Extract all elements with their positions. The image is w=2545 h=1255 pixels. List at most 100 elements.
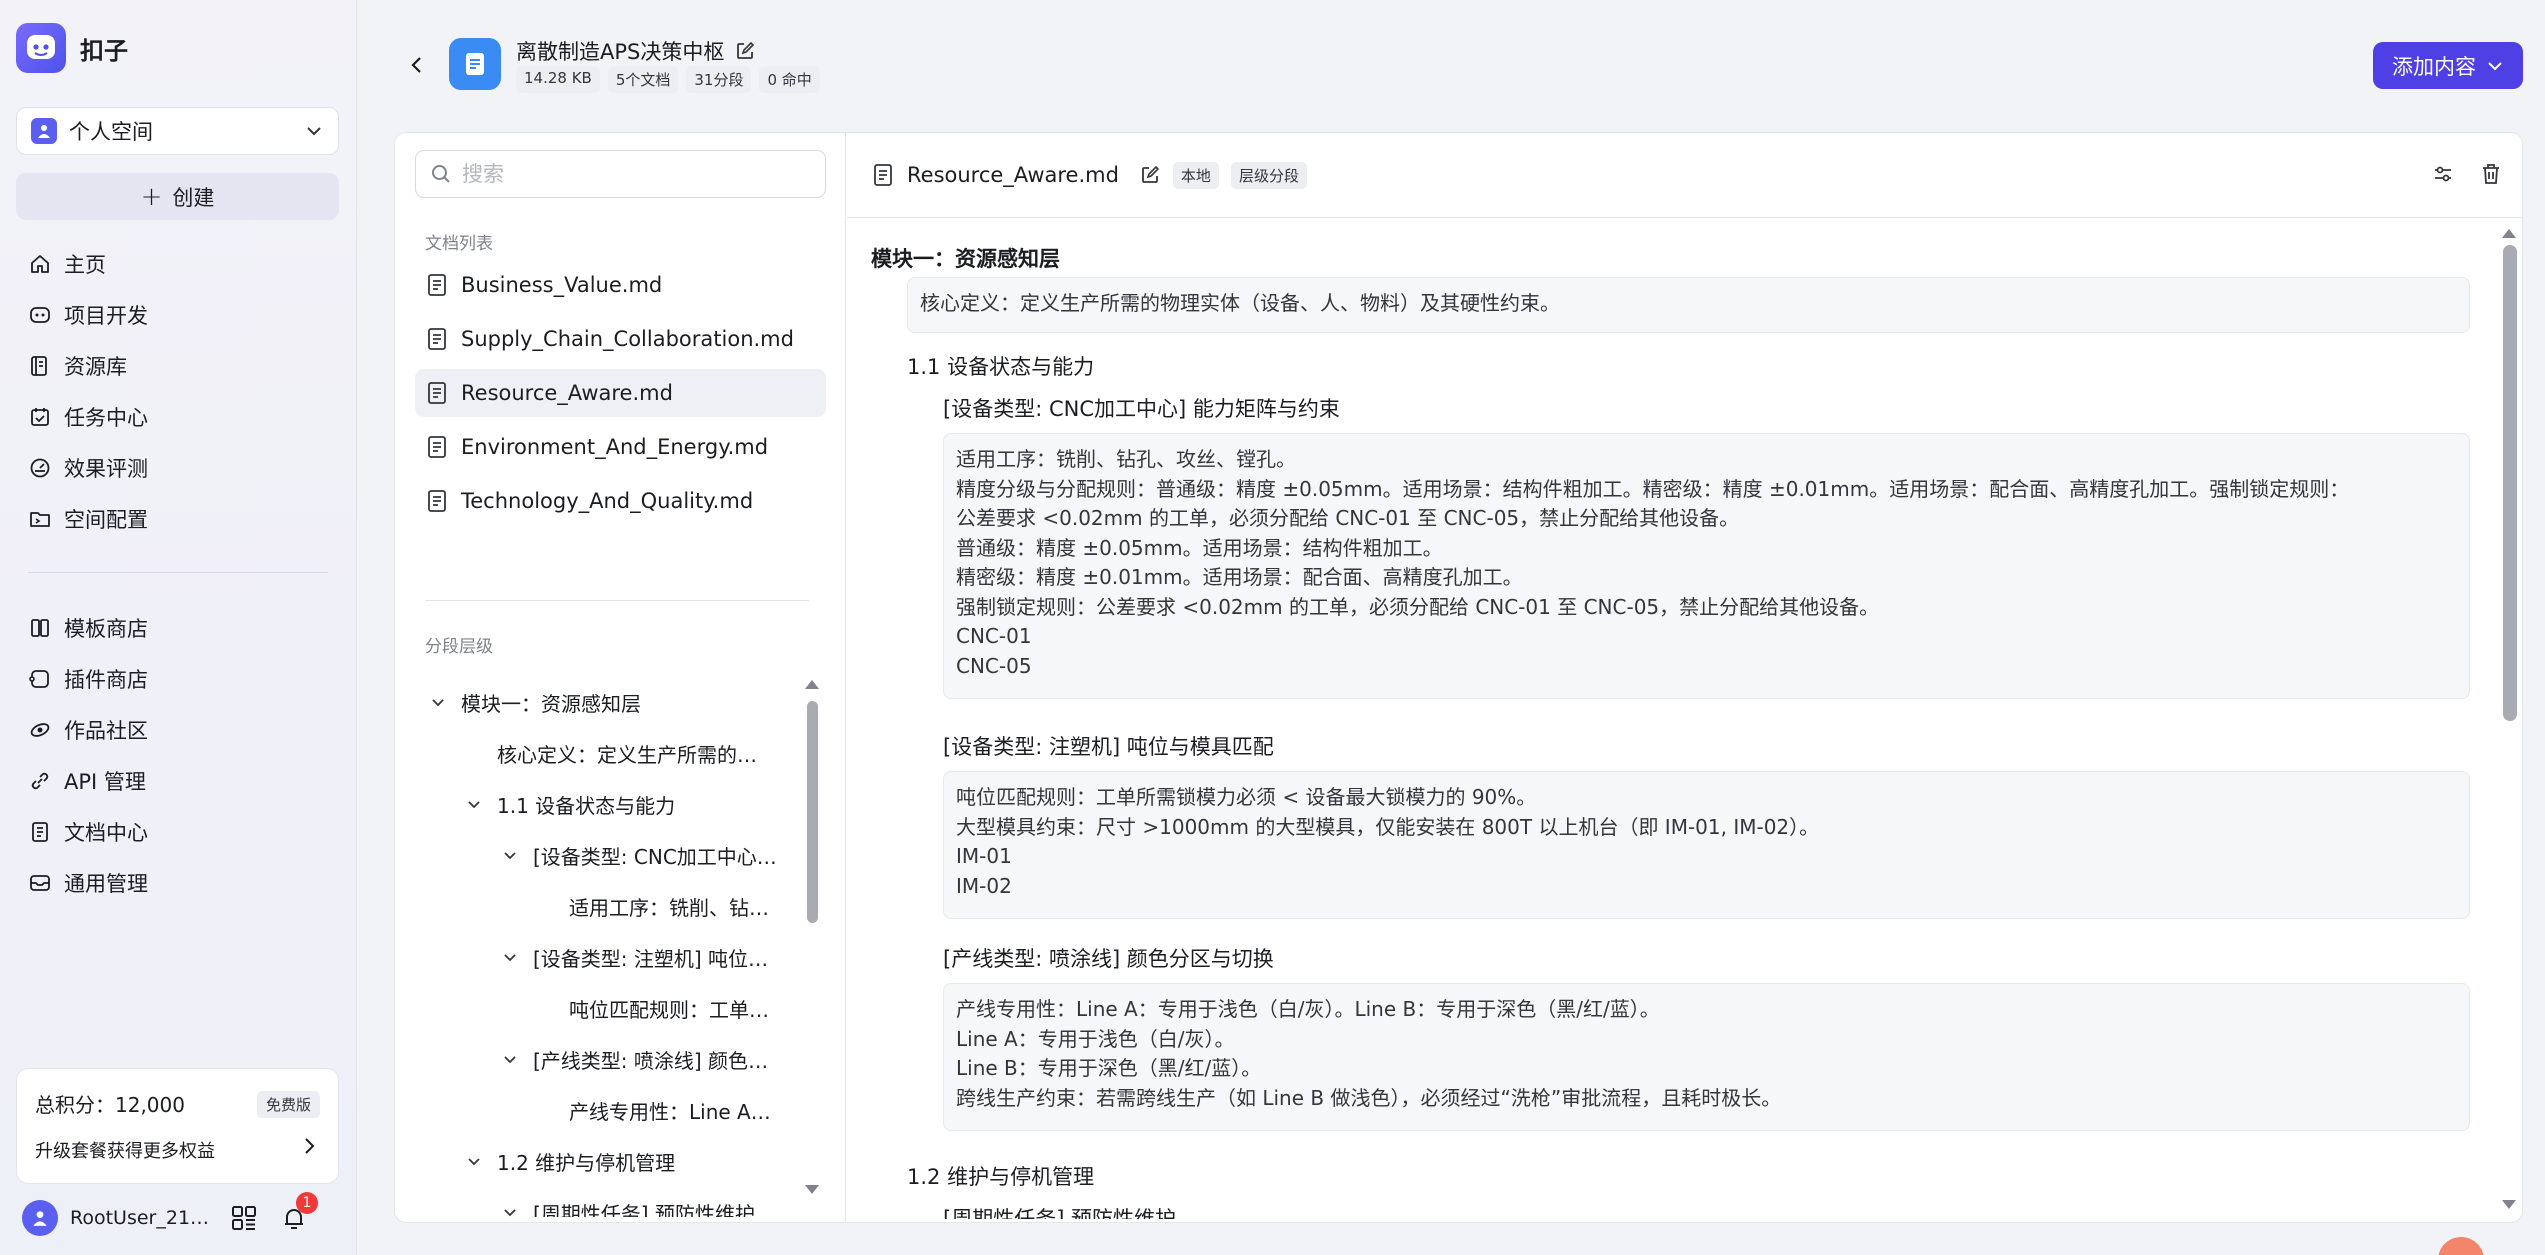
doc-list: Business_Value.md Supply_Chain_Collabora… [415,261,826,531]
segment-text: 普通级：精度 ±0.05mm。适用场景：结构件粗加工。 [956,535,1443,560]
doc-name: Resource_Aware.md [461,381,673,405]
segment-block[interactable]: 适用工序：铣削、钻孔、攻丝、镗孔。 精度分级与分配规则：普通级：精度 ±0.05… [943,433,2470,699]
plugin-icon [29,669,49,688]
doc-item[interactable]: Technology_And_Quality.md [415,477,826,525]
sidebar: 扣子 个人空间 + 创建 主页 项目开发 资源库 任务中心 效果评测 空间配置 … [0,0,357,1255]
notifications-button[interactable]: 1 [278,1192,318,1234]
assistant-avatar[interactable] [2438,1237,2484,1255]
doc-name: Technology_And_Quality.md [461,489,754,513]
chevron-down-icon[interactable] [499,1052,521,1068]
segment-block[interactable]: 产线专用性：Line A：专用于浅色（白/灰）。Line B：专用于深色（黑/红… [943,983,2470,1131]
back-button[interactable] [402,50,432,80]
edit-icon[interactable] [1139,164,1161,186]
plan-badge: 免费版 [256,1091,320,1118]
file-icon [874,164,892,186]
edit-icon[interactable] [734,40,756,62]
search-box[interactable] [415,150,826,198]
scroll-down-icon[interactable] [803,1183,821,1197]
points-card[interactable]: 总积分：12,000 免费版 升级套餐获得更多权益 [16,1068,339,1184]
tree-node-label: 核心定义：定义生产所需的物理实体（设备、人、物料）及其硬性约束。 [497,743,775,767]
segment-block[interactable]: 吨位匹配规则：工单所需锁模力必须 < 设备最大锁模力的 90%。 大型模具约束：… [943,771,2470,919]
nav-label: 任务中心 [64,405,148,430]
scroll-up-icon[interactable] [2496,225,2522,241]
bot-icon [30,306,50,323]
chevron-down-icon[interactable] [499,848,521,864]
space-selector[interactable]: 个人空间 [16,107,339,155]
trash-icon[interactable] [2478,161,2504,187]
kb-segments-tag: 31分段 [686,66,752,93]
file-icon [428,328,446,350]
folder-icon [30,511,50,527]
brand-name: 扣子 [80,36,128,65]
kb-docs-tag: 5个文档 [607,66,679,93]
secondary-nav: 模板商店 插件商店 作品社区 API 管理 文档中心 通用管理 [16,602,339,908]
doc-scrollbar[interactable] [2496,219,2522,1219]
nav-item-settings[interactable]: 通用管理 [16,857,339,908]
doc-item[interactable]: Supply_Chain_Collaboration.md [415,315,826,363]
apps-button[interactable] [228,1202,260,1234]
task-icon [31,407,49,426]
tree-node-label: 产线专用性：Line A：专用于浅色（白/灰）。 [569,1100,781,1124]
tree-node[interactable]: 模块一：资源感知层 [415,677,795,728]
tree-node[interactable]: 适用工序：铣削、钻孔、攻丝、镗孔。 [415,881,795,932]
chevron-down-icon[interactable] [463,1154,485,1170]
user-avatar[interactable] [22,1200,58,1236]
heading-module: 模块一：资源感知层 [871,247,1060,271]
apps-grid-icon [232,1206,256,1230]
chevron-down-icon[interactable] [499,950,521,966]
tree-scroll-thumb[interactable] [807,701,818,923]
nav-item-docs[interactable]: 文档中心 [16,806,339,857]
segment-block[interactable]: 核心定义：定义生产所需的物理实体（设备、人、物料）及其硬性约束。 [907,277,2470,333]
chevron-down-icon[interactable] [463,797,485,813]
search-input[interactable] [462,162,802,186]
segment-text: 产线专用性：Line A：专用于浅色（白/灰）。Line B：专用于深色（黑/红… [956,997,1660,1021]
scroll-up-icon[interactable] [803,677,821,691]
tree-node[interactable]: [设备类型: CNC加工中心] 能力矩阵与约束 [415,830,795,881]
tree-node[interactable]: 1.2 维护与停机管理 [415,1136,795,1187]
brand[interactable]: 扣子 [16,22,128,74]
template-icon [31,618,49,637]
segment-text: 精密级：精度 ±0.01mm。适用场景：配合面、高精度孔加工。 [956,565,1523,589]
doc-scroll-thumb[interactable] [2503,245,2517,721]
add-content-button[interactable]: 添加内容 [2373,42,2523,89]
tree-node[interactable]: [设备类型: 注塑机] 吨位与模具匹配 [415,932,795,983]
nav-item-projects[interactable]: 项目开发 [16,289,339,340]
person-icon [31,118,57,144]
doc-icon [32,821,48,842]
tree-node[interactable]: 1.1 设备状态与能力 [415,779,795,830]
knowledge-base-icon [449,38,501,90]
nav-item-tasks[interactable]: 任务中心 [16,391,339,442]
doc-item[interactable]: Environment_And_Energy.md [415,423,826,471]
nav-item-home[interactable]: 主页 [16,238,339,289]
tree-node-label: 模块一：资源感知层 [461,692,641,716]
nav-item-plugins[interactable]: 插件商店 [16,653,339,704]
nav-item-evaluation[interactable]: 效果评测 [16,442,339,493]
tree-node[interactable]: 产线专用性：Line A：专用于浅色（白/灰）。 [415,1085,795,1136]
scroll-down-icon[interactable] [2496,1197,2522,1213]
chevron-down-icon[interactable] [499,1205,521,1218]
doc-item-selected[interactable]: Resource_Aware.md [415,369,826,417]
nav-item-space-config[interactable]: 空间配置 [16,493,339,544]
doc-item[interactable]: Business_Value.md [415,261,826,309]
tree-node[interactable]: [产线类型: 喷涂线] 颜色分区与切换 [415,1034,795,1085]
tree-node[interactable]: 吨位匹配规则：工单所需锁模力必须 < 设备最大锁模力的 90%。 [415,983,795,1034]
doc-name: Business_Value.md [461,273,663,297]
nav-item-templates[interactable]: 模板商店 [16,602,339,653]
community-icon [30,722,50,737]
segment-text: CNC-01 [956,624,1032,648]
segment-text: 大型模具约束：尺寸 >1000mm 的大型模具，仅能安装在 800T 以上机台（… [956,814,1820,839]
tree-node[interactable]: 核心定义：定义生产所需的物理实体（设备、人、物料）及其硬性约束。 [415,728,795,779]
tree-node-label: [设备类型: CNC加工中心] 能力矩阵与约束 [533,845,781,869]
nav-item-api[interactable]: API 管理 [16,755,339,806]
tree-node[interactable]: [周期性任务] 预防性维护 [415,1187,795,1217]
doc-actions [2430,161,2504,187]
user-name[interactable]: RootUser_2107… [70,1207,210,1229]
segment-tree-label: 分段层级 [425,637,493,657]
tree-scrollbar[interactable] [803,673,821,1201]
nav-item-library[interactable]: 资源库 [16,340,339,391]
chevron-down-icon[interactable] [427,695,449,711]
settings-sliders-icon[interactable] [2430,161,2456,187]
create-button[interactable]: + 创建 [16,173,339,220]
upgrade-link[interactable]: 升级套餐获得更多权益 [35,1137,215,1163]
nav-item-community[interactable]: 作品社区 [16,704,339,755]
